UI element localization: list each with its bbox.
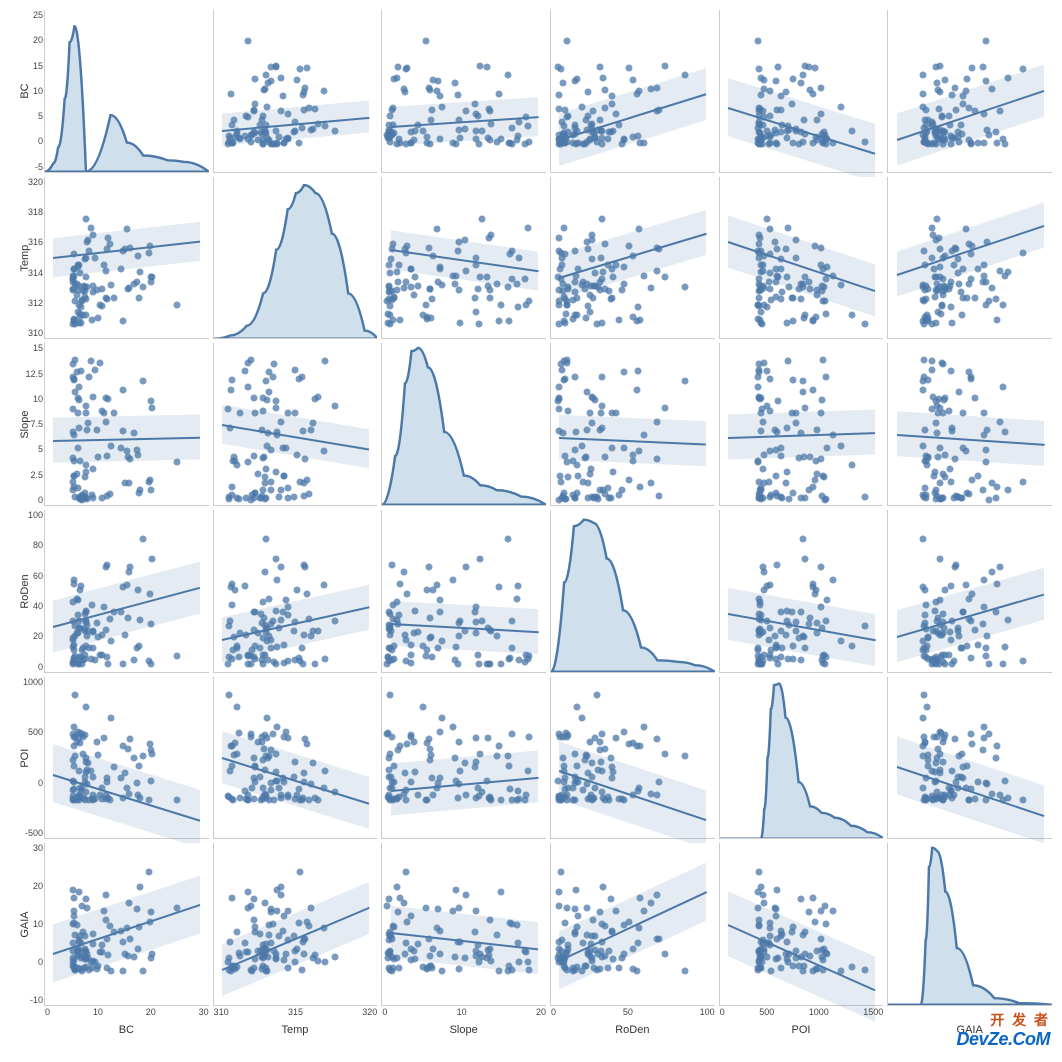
scatter-Slope-vs-GAIA (887, 343, 1052, 506)
scatter-GAIA-vs-RoDen: 050100 (550, 843, 715, 1006)
x-ticks-Temp: 310315320 (214, 1007, 378, 1019)
scatter-Slope-vs-RoDen (550, 343, 715, 506)
scatter-BC-vs-Slope (381, 10, 546, 173)
scatter-Slope-vs-Temp (213, 343, 378, 506)
watermark-cn: 开 发 者 (990, 1010, 1050, 1030)
y-ticks-GAIA: 3020100-10 (15, 843, 43, 1005)
scatter-Temp-vs-BC: 320318316314312310 (44, 177, 209, 340)
scatter-Temp-vs-RoDen (550, 177, 715, 340)
scatter-GAIA-vs-Temp: 310315320 (213, 843, 378, 1006)
scatter-GAIA-vs-POI: 050010001500 (719, 843, 884, 1006)
scatter-RoDen-vs-Temp (213, 510, 378, 673)
scatter-BC-vs-GAIA (887, 10, 1052, 173)
scatter-GAIA-vs-Slope: 01020 (381, 843, 546, 1006)
scatter-BC-vs-Temp (213, 10, 378, 173)
scatter-POI-vs-BC: 10005000-500 (44, 677, 209, 840)
x-ticks-BC: 0102030 (45, 1007, 209, 1019)
kde-POI (719, 677, 884, 840)
scatter-BC-vs-RoDen (550, 10, 715, 173)
x-ticks-Slope: 01020 (382, 1007, 546, 1019)
scatter-GAIA-vs-BC: 3020100-100102030 (44, 843, 209, 1006)
scatter-Temp-vs-GAIA (887, 177, 1052, 340)
watermark-en: DevZe.CoM (956, 1029, 1050, 1050)
kde-Slope (381, 343, 546, 506)
scatter-RoDen-vs-BC: 100806040200 (44, 510, 209, 673)
y-ticks-RoDen: 100806040200 (15, 510, 43, 672)
y-ticks-POI: 10005000-500 (15, 677, 43, 839)
scatter-POI-vs-RoDen (550, 677, 715, 840)
scatter-Temp-vs-POI (719, 177, 884, 340)
y-ticks-Slope: 1512.5107.552.50 (15, 343, 43, 505)
scatter-RoDen-vs-GAIA (887, 510, 1052, 673)
kde-Temp (213, 177, 378, 340)
scatter-POI-vs-GAIA (887, 677, 1052, 840)
y-ticks-BC: 2520151050-5 (15, 10, 43, 172)
scatter-Slope-vs-BC: 1512.5107.552.50 (44, 343, 209, 506)
kde-BC: 2520151050-5 (44, 10, 209, 173)
scatter-RoDen-vs-Slope (381, 510, 546, 673)
scatter-Slope-vs-POI (719, 343, 884, 506)
scatter-BC-vs-POI (719, 10, 884, 173)
x-ticks-RoDen: 050100 (551, 1007, 715, 1019)
kde-RoDen (550, 510, 715, 673)
kde-GAIA (887, 843, 1052, 1006)
y-ticks-Temp: 320318316314312310 (15, 177, 43, 339)
scatter-RoDen-vs-POI (719, 510, 884, 673)
scatter-POI-vs-Temp (213, 677, 378, 840)
scatter-POI-vs-Slope (381, 677, 546, 840)
scatter-Temp-vs-Slope (381, 177, 546, 340)
x-ticks-POI: 050010001500 (720, 1007, 884, 1019)
